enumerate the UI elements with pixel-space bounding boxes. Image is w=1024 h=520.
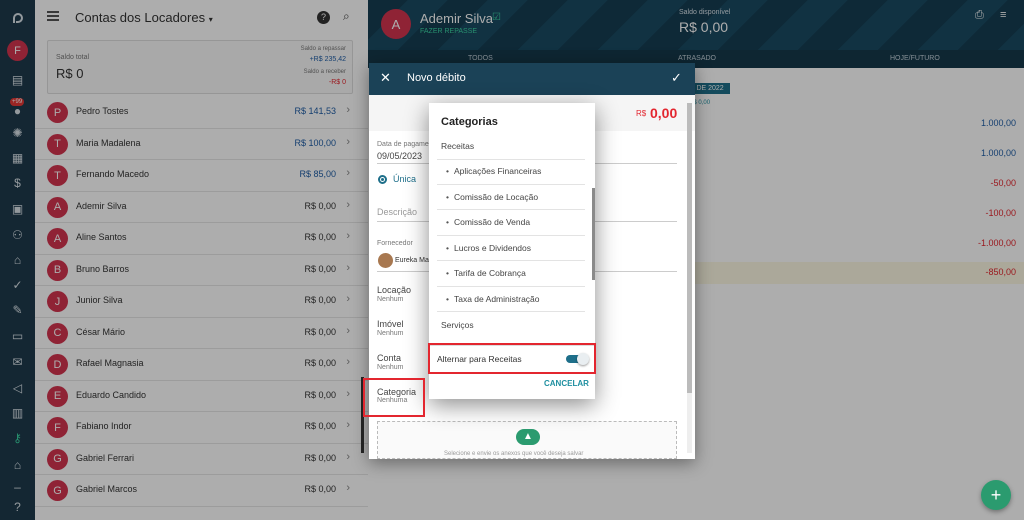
rental-label[interactable]: Locação — [377, 285, 411, 295]
categories-title: Categorias — [441, 116, 498, 128]
cancel-button[interactable]: CANCELAR — [544, 379, 589, 388]
category-highlight — [363, 378, 425, 417]
toggle-highlight — [428, 343, 596, 374]
radio-icon[interactable] — [378, 175, 387, 184]
date-label: Data de pagamen — [377, 141, 433, 148]
dialog-title: Novo débito — [407, 72, 466, 84]
property-label[interactable]: Imóvel — [377, 319, 404, 329]
upload-area[interactable]: ▲ Selecione e envie os anexos que você d… — [377, 421, 677, 459]
category-item[interactable]: Comissão de Venda — [437, 210, 585, 236]
group-revenue: Receitas — [441, 141, 475, 151]
confirm-icon[interactable]: ✓ — [671, 70, 682, 86]
cloud-upload-icon: ▲ — [516, 429, 540, 445]
dialog-header: ✕ Novo débito ✓ — [369, 63, 695, 95]
category-item[interactable]: Aplicações Financeiras — [437, 159, 585, 185]
property-value: Nenhum — [377, 330, 404, 337]
supplier-field[interactable]: Eureka Ma — [395, 257, 429, 264]
category-item[interactable]: Tarifa de Cobrança — [437, 261, 585, 287]
amount-prefix: R$ — [636, 109, 647, 118]
account-label[interactable]: Conta — [377, 353, 401, 363]
category-scrollbar[interactable] — [592, 188, 595, 280]
category-item[interactable]: Taxa de Administração — [437, 287, 585, 312]
add-button[interactable]: + — [981, 480, 1011, 510]
supplier-label: Fornecedor — [377, 240, 413, 247]
recurrence-option[interactable]: Única — [393, 174, 416, 184]
category-item[interactable]: Comissão de Locação — [437, 185, 585, 210]
rental-value: Nenhum — [377, 296, 404, 303]
date-field[interactable]: 09/05/2023 — [377, 151, 422, 161]
upload-hint: Selecione e envie os anexos que você des… — [444, 451, 584, 457]
category-item[interactable]: Lucros e Dividendos — [437, 236, 585, 261]
close-icon[interactable]: ✕ — [380, 70, 391, 86]
account-value: Nenhum — [377, 364, 404, 371]
group-services: Serviços — [441, 320, 474, 330]
amount-value[interactable]: 0,00 — [650, 105, 677, 121]
supplier-avatar — [378, 253, 393, 268]
scrollbar[interactable] — [687, 103, 692, 453]
description-field[interactable]: Descrição — [377, 207, 417, 217]
